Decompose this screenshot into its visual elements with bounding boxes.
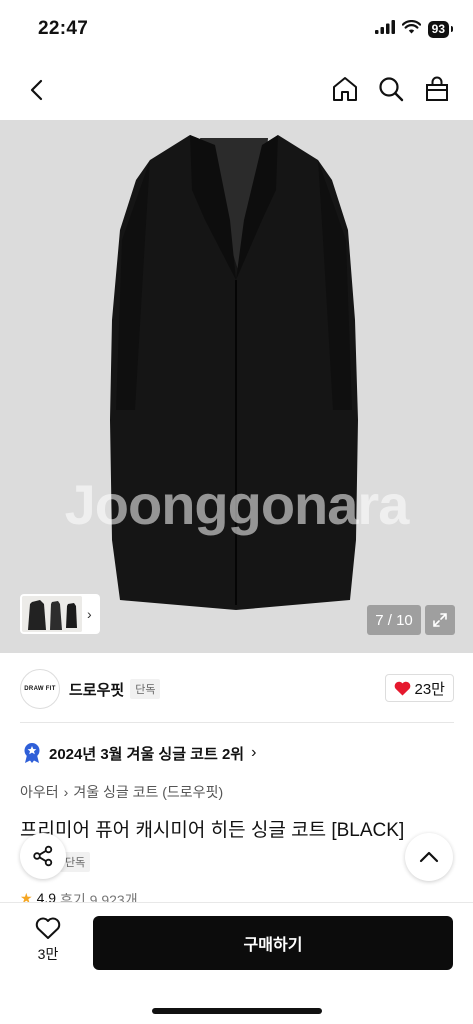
breadcrumb-item-outer[interactable]: 아우터 xyxy=(20,782,59,802)
bottom-action-bar: 3만 구매하기 xyxy=(0,902,473,1024)
chevron-right-icon: › xyxy=(63,784,69,800)
chevron-left-icon xyxy=(30,79,43,101)
product-title: 프리미어 퓨어 캐시미어 히든 싱글 코트 [BLACK] xyxy=(20,820,405,841)
breadcrumb: 아우터 › 겨울 싱글 코트 (드로우핏) xyxy=(20,782,223,802)
search-icon xyxy=(379,77,404,102)
heart-icon xyxy=(35,917,61,939)
image-counter: 7 / 10 xyxy=(367,605,421,635)
chevron-right-icon: › xyxy=(87,606,92,622)
seller-logo[interactable]: DRAW FIT xyxy=(20,669,60,709)
shopping-bag-icon xyxy=(426,76,448,101)
wifi-icon xyxy=(401,20,421,39)
wishlist-button[interactable]: 3만 xyxy=(24,917,72,964)
thumbnail-strip[interactable]: › xyxy=(20,594,100,634)
product-image[interactable]: Joonggonara › 7 / 10 xyxy=(0,120,473,653)
brand-like-button[interactable]: 23만 xyxy=(384,674,454,702)
seller-row: DRAW FIT 드로우핏 단독 23만 xyxy=(20,668,454,710)
status-icons: 93 xyxy=(374,20,454,39)
back-button[interactable] xyxy=(20,74,52,106)
buy-button[interactable]: 구매하기 xyxy=(93,916,453,970)
exclusive-badge: 단독 xyxy=(130,679,161,699)
ranking-text: 2024년 3월 겨울 싱글 코트 2위 xyxy=(49,745,245,763)
share-button[interactable] xyxy=(20,833,66,879)
wishlist-count: 3만 xyxy=(37,946,59,962)
thumbnail-image xyxy=(22,596,82,632)
share-icon xyxy=(33,845,53,867)
signal-icon xyxy=(374,20,395,39)
home-indicator xyxy=(152,1008,322,1014)
chevron-right-icon: › xyxy=(251,744,257,761)
battery-indicator: 93 xyxy=(427,21,454,38)
breadcrumb-item-category[interactable]: 겨울 싱글 코트 (드로우핏) xyxy=(73,782,223,802)
status-time: 22:47 xyxy=(38,18,89,39)
cart-button[interactable] xyxy=(421,72,453,106)
scroll-top-button[interactable] xyxy=(405,833,453,881)
seller-name[interactable]: 드로우핏 xyxy=(69,679,124,700)
divider xyxy=(20,722,454,723)
home-button[interactable] xyxy=(329,72,361,106)
chevron-up-icon xyxy=(419,851,439,863)
heart-filled-icon xyxy=(394,681,410,695)
ranking-link[interactable]: 2024년 3월 겨울 싱글 코트 2위 › xyxy=(22,742,256,764)
expand-icon xyxy=(433,613,447,627)
home-icon xyxy=(333,77,357,101)
ranking-badge-icon xyxy=(24,743,40,763)
search-button[interactable] xyxy=(375,72,407,106)
expand-button[interactable] xyxy=(425,605,455,635)
coat-illustration xyxy=(110,135,358,610)
nav-bar xyxy=(0,62,473,118)
brand-like-count: 23만 xyxy=(414,680,446,698)
status-bar: 22:47 93 xyxy=(0,0,473,60)
watermark: Joonggonara xyxy=(64,473,410,536)
